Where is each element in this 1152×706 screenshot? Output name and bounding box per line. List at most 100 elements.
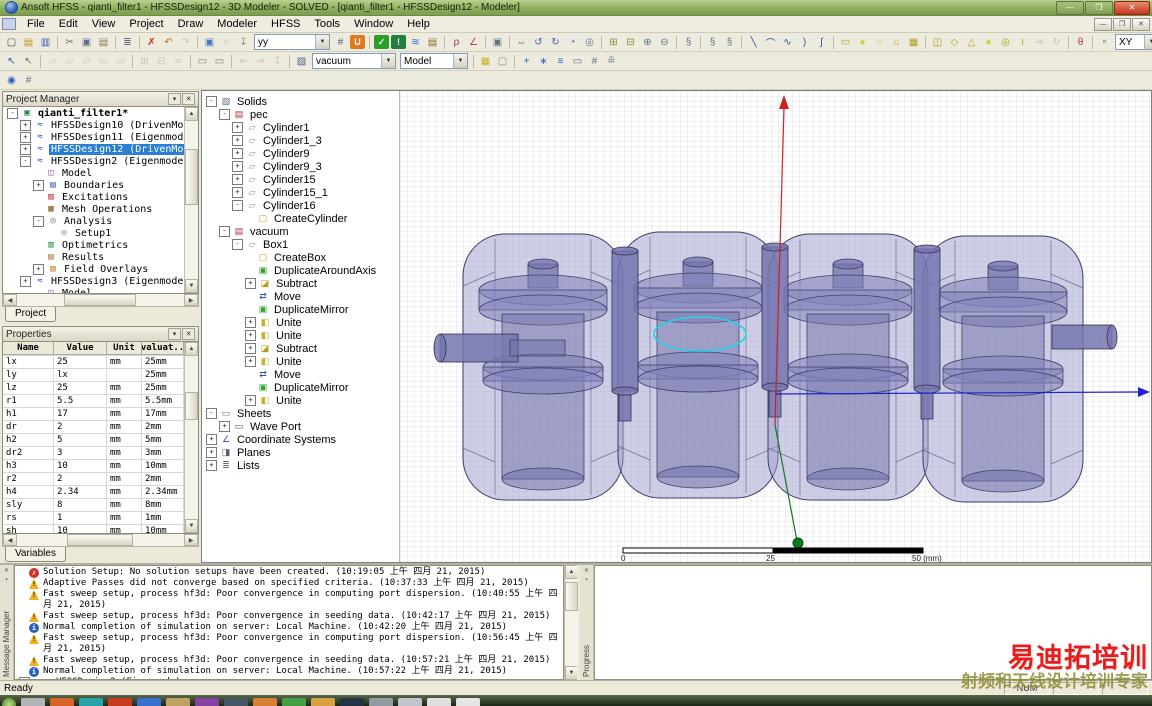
taskbar-item-9[interactable] [253, 698, 277, 706]
taskbar-item-10[interactable] [282, 698, 306, 706]
tree-item-coordinate-systems[interactable]: + ∠ Coordinate Systems [202, 433, 399, 446]
rotate-center-icon[interactable]: ↺ [530, 34, 547, 51]
taskbar-item-3[interactable] [79, 698, 103, 706]
menu-hfss[interactable]: HFSS [264, 17, 307, 31]
draw-arc-icon[interactable]: ⌒ [762, 34, 779, 51]
select-face-icon[interactable]: ↖ [20, 53, 37, 70]
copy-image-icon[interactable]: § [704, 34, 721, 51]
taskbar-item-12[interactable] [340, 698, 364, 706]
menu-modeler[interactable]: Modeler [210, 17, 264, 31]
tree-item-move[interactable]: ⇄ Move [202, 290, 399, 303]
undo-icon[interactable]: ↶ [160, 34, 177, 51]
duplicate-around-axis-icon[interactable]: ⊟ [153, 53, 170, 70]
props-value-cell[interactable]: 17 [54, 408, 107, 420]
viewport-3d[interactable]: 0 25 50 (mm) [400, 91, 1151, 563]
validation-check-icon[interactable]: U [350, 35, 365, 49]
tree-item-createcylinder[interactable]: ▢ CreateCylinder [202, 212, 399, 225]
expand-toggle-icon[interactable]: + [206, 460, 217, 471]
cavity-4[interactable] [922, 235, 1084, 503]
project-tree-vscrollbar[interactable]: ▲ ▼ [184, 107, 198, 293]
project-tree-hscrollbar[interactable]: ◀ ▶ [2, 294, 199, 307]
analyze-all-icon[interactable]: ! [391, 35, 406, 49]
tree-item-unite[interactable]: + ◧ Unite [202, 355, 399, 368]
taskbar-item-16[interactable] [456, 698, 480, 706]
draw-torus-icon[interactable]: ◎ [997, 34, 1014, 51]
taskbar-item-15[interactable] [427, 698, 451, 706]
properties-hscrollbar[interactable]: ◀ ▶ [2, 534, 199, 547]
taskbar-item-14[interactable] [398, 698, 422, 706]
feed-port-right[interactable] [1051, 324, 1118, 350]
view-orientation-combo[interactable]: yy ▼ [254, 34, 330, 50]
zoom-out-window-icon[interactable]: ⊟ [622, 34, 639, 51]
zoom-out-icon[interactable]: ⊖ [656, 34, 673, 51]
render-wireframe-icon[interactable]: ▣ [201, 34, 218, 51]
expand-toggle-icon[interactable]: - [33, 215, 44, 227]
expand-toggle-icon[interactable]: + [232, 135, 243, 146]
cs-global-icon[interactable]: ≡ [552, 53, 569, 70]
props-header-name[interactable]: Name [3, 342, 54, 355]
message-warn[interactable]: ! Fast sweep setup, process hf3d: Poor co… [17, 589, 563, 611]
expand-toggle-icon[interactable]: + [232, 148, 243, 159]
draw-helix-icon[interactable]: ≀ [1014, 34, 1031, 51]
child-restore-button[interactable]: ❐ [1113, 17, 1131, 31]
close-button[interactable]: ✕ [1114, 0, 1150, 15]
taskbar-item-6[interactable] [166, 698, 190, 706]
tree-item-hfssdesign11-eigenmode[interactable]: + ≈ HFSSDesign11 (Eigenmode) [3, 131, 184, 143]
draw-cylinder-icon[interactable]: ◫ [929, 34, 946, 51]
tree-item-cylinder1[interactable]: + ▱ Cylinder1 [202, 121, 399, 134]
edit-scale-icon[interactable]: ▭ [112, 53, 129, 70]
scroll-left-icon[interactable]: ◀ [3, 534, 17, 546]
expand-toggle-icon[interactable]: + [245, 330, 256, 341]
scroll-right-icon[interactable]: ▶ [184, 294, 198, 306]
draw-3pt-arc-icon[interactable]: ) [796, 34, 813, 51]
expand-toggle-icon[interactable]: - [232, 239, 243, 250]
object-type-combo[interactable]: Model ▼ [400, 53, 468, 69]
menu-project[interactable]: Project [122, 17, 170, 31]
props-header-evaluat[interactable]: Evaluat... [142, 342, 184, 355]
tree-item-hfssdesign10-drivenmodal[interactable]: + ≈ HFSSDesign10 (DrivenModal) [3, 119, 184, 131]
align-x-icon[interactable]: ⇐ [235, 53, 252, 70]
edit-move-icon[interactable]: ▱ [44, 53, 61, 70]
tree-item-results[interactable]: ▤ Results [3, 251, 184, 263]
mdi-child-icon[interactable] [2, 18, 16, 30]
results-icon[interactable]: ▤ [424, 34, 441, 51]
tree-item-subtract[interactable]: + ◪ Subtract [202, 277, 399, 290]
tree-item-setup1[interactable]: ◎ Setup1 [3, 227, 184, 239]
edit-rotate-icon[interactable]: ▱ [61, 53, 78, 70]
menu-view[interactable]: View [85, 17, 123, 31]
hide-show-icon[interactable]: ◌ [218, 34, 235, 51]
tree-item-sheets[interactable]: - ▭ Sheets [202, 407, 399, 420]
scroll-up-icon[interactable]: ▲ [185, 107, 198, 121]
properties-vscrollbar[interactable]: ▲ ▼ [184, 342, 198, 533]
props-value-cell[interactable]: lx [54, 369, 107, 381]
scroll-down-icon[interactable]: ▼ [185, 279, 198, 293]
tree-item-field-overlays[interactable]: + ▧ Field Overlays [3, 263, 184, 275]
boolean-subtract-icon[interactable]: ▭ [211, 53, 228, 70]
expand-toggle-icon[interactable]: + [245, 278, 256, 289]
cavity-3[interactable] [767, 233, 929, 501]
align-y-icon[interactable]: ⇒ [252, 53, 269, 70]
props-header-unit[interactable]: Unit [107, 342, 142, 355]
draw-cone-icon[interactable]: △ [963, 34, 980, 51]
snap-settings-icon[interactable]: # [586, 53, 603, 70]
cavity-1[interactable] [462, 233, 624, 501]
message-warn[interactable]: ! Adaptive Passes did not converge based … [17, 578, 563, 589]
panel-close-icon[interactable]: ✕ [182, 93, 195, 105]
drawing-plane-combo[interactable]: XY ▼ [1115, 34, 1152, 50]
cs-create-icon[interactable]: + [518, 53, 535, 70]
rotate-axis-icon[interactable]: ◔ [564, 34, 581, 51]
strip-pin-icon[interactable]: ▪ [582, 575, 591, 584]
draw-sphere-icon[interactable]: ● [980, 34, 997, 51]
expand-toggle-icon[interactable]: - [19, 677, 30, 679]
panel-pin-icon[interactable]: ▾ [168, 93, 181, 105]
props-value-cell[interactable]: 10 [54, 460, 107, 472]
draw-equation-curve-icon[interactable]: ∫ [813, 34, 830, 51]
tree-item-vacuum[interactable]: - ▤ vacuum [202, 225, 399, 238]
tab-variables[interactable]: Variables [5, 547, 66, 562]
tree-item-boundaries[interactable]: + ▤ Boundaries [3, 179, 184, 191]
panel-pin-icon[interactable]: ▾ [168, 328, 181, 340]
message-warn[interactable]: ! Fast sweep setup, process hf3d: Poor co… [17, 655, 563, 666]
expand-toggle-icon[interactable]: + [232, 187, 243, 198]
tree-item-model[interactable]: ◫ Model [3, 287, 184, 294]
tree-item-unite[interactable]: + ◧ Unite [202, 394, 399, 407]
